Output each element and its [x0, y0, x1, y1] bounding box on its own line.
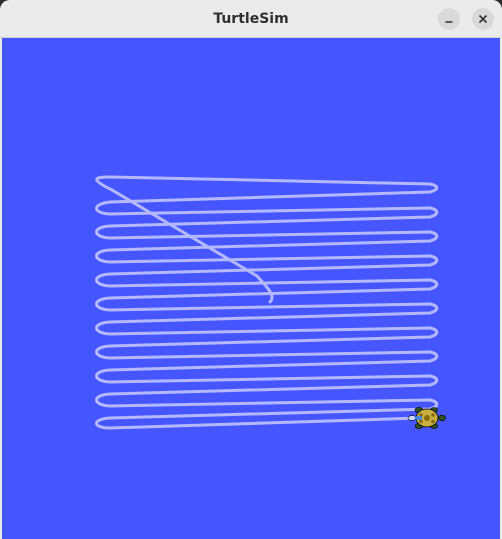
title-bar[interactable]: TurtleSim [0, 0, 502, 38]
window-title: TurtleSim [213, 11, 289, 27]
trail-zigzag [95, 190, 439, 430]
trail-row [95, 175, 439, 194]
turtle-canvas [2, 38, 500, 539]
close-button[interactable] [472, 8, 494, 30]
close-icon [478, 14, 488, 24]
minimize-icon [445, 21, 453, 23]
turtlesim-window: TurtleSim [0, 0, 502, 539]
turtle-trail-drawing [95, 175, 446, 430]
minimize-button[interactable] [438, 8, 460, 30]
